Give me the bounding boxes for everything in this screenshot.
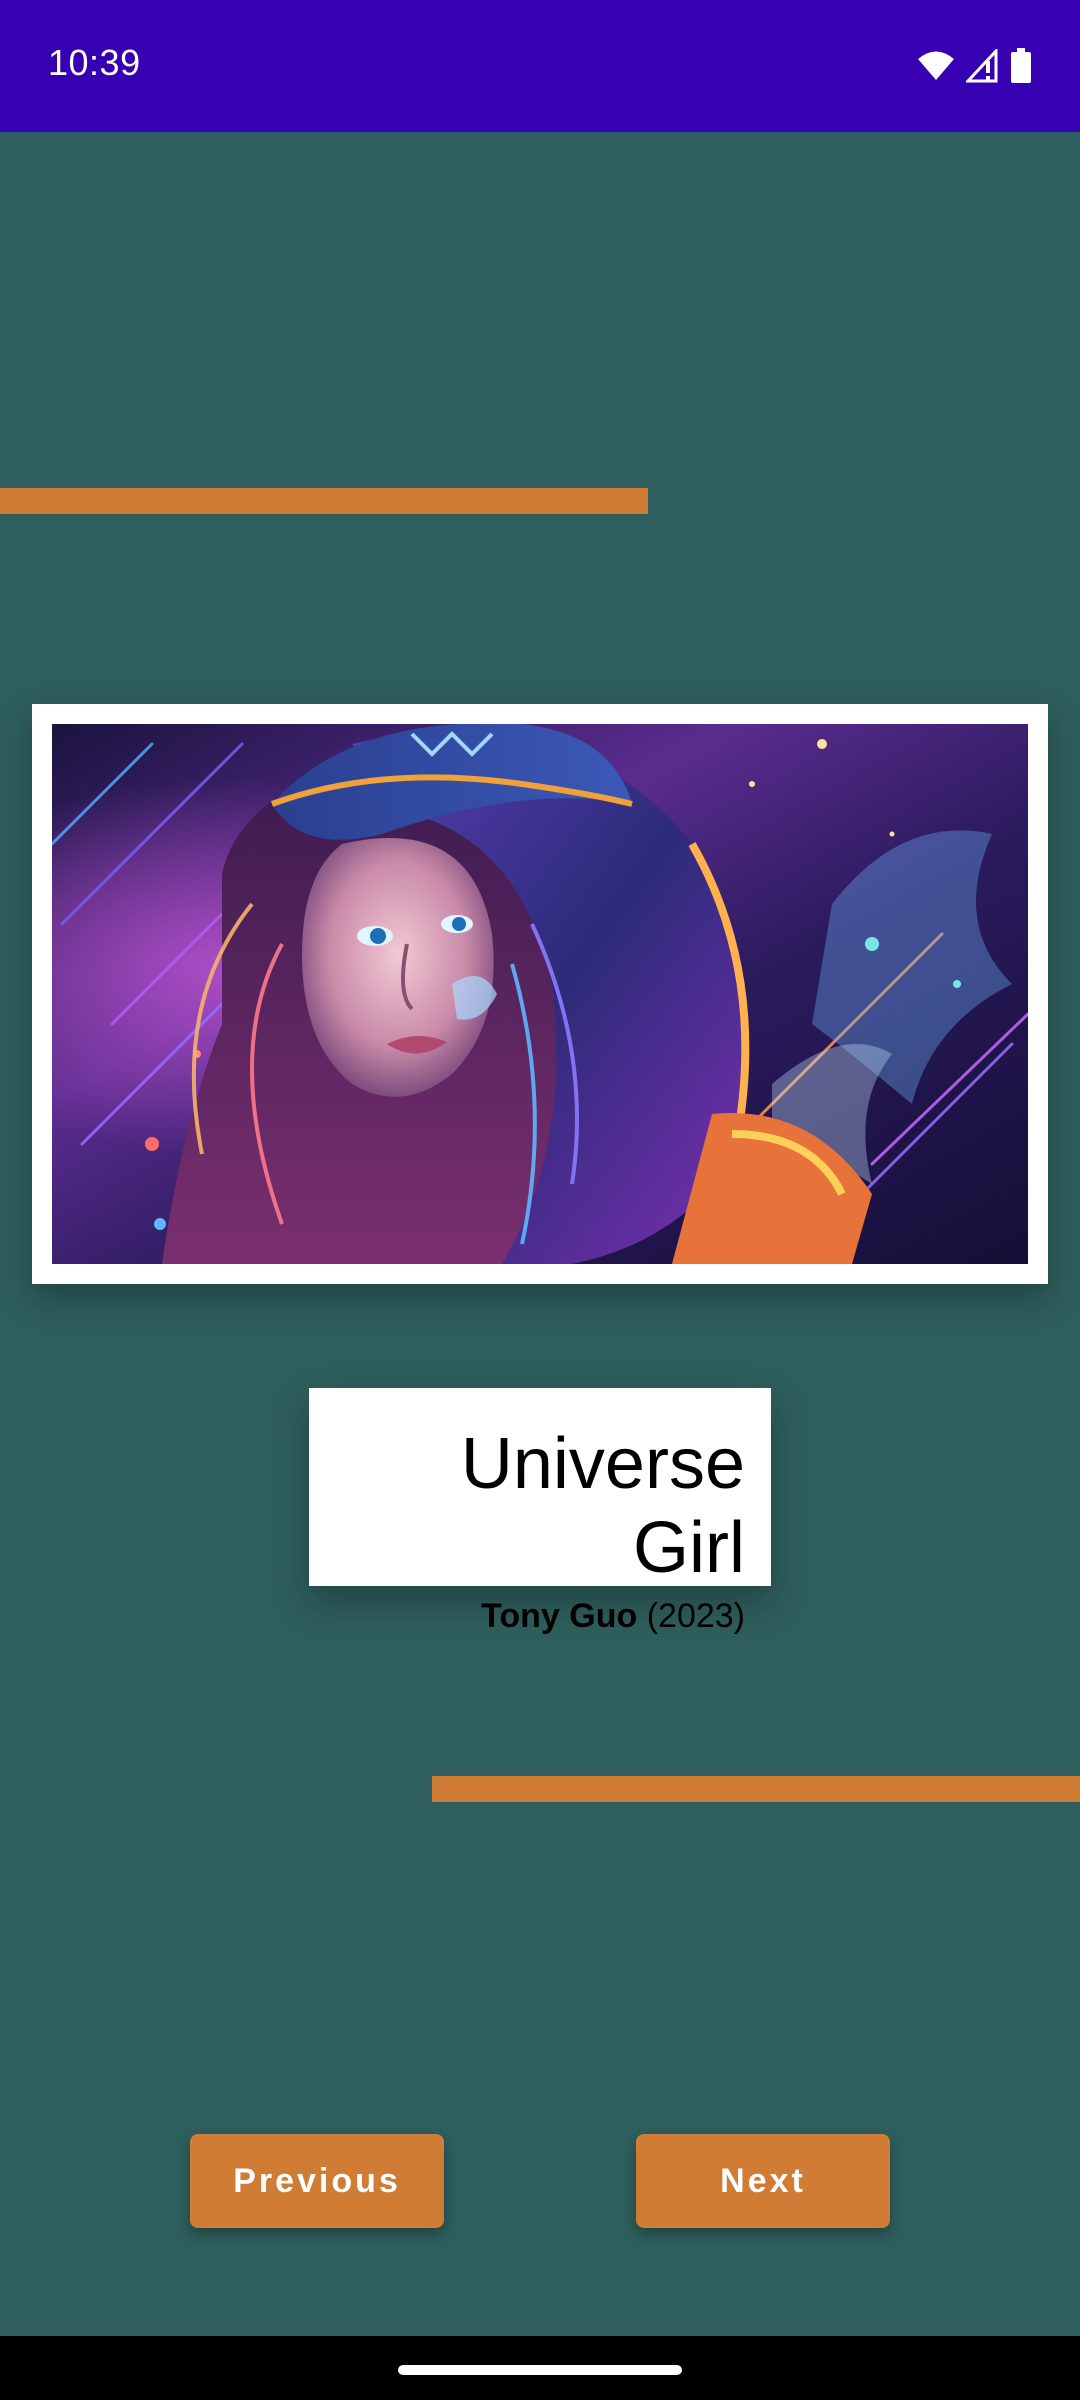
- wifi-icon: [916, 50, 956, 82]
- artwork-caption-card: Universe Girl Tony Guo (2023): [309, 1388, 771, 1635]
- status-icons: [916, 44, 1032, 88]
- artwork-meta: Tony Guo (2023): [335, 1596, 745, 1636]
- previous-button[interactable]: Previous: [190, 2134, 444, 2228]
- cellular-signal-icon: [966, 49, 1000, 83]
- decorative-bar-bottom: [432, 1776, 1080, 1802]
- artwork-image: [52, 724, 1028, 1264]
- status-bar: 10:39: [0, 0, 1080, 132]
- artwork-year: (2023): [646, 1597, 745, 1635]
- status-time: 10:39: [48, 42, 141, 83]
- artwork-frame: [32, 704, 1048, 1284]
- art-space-screen: 10:39 Universe Girl Tony Guo (2023) Prev…: [0, 0, 1080, 2400]
- next-button[interactable]: Next: [636, 2134, 890, 2228]
- artwork-title: Universe Girl: [460, 1424, 745, 1588]
- decorative-bar-top: [0, 488, 648, 514]
- battery-icon: [1010, 48, 1032, 84]
- artwork-artist: Tony Guo: [481, 1597, 638, 1635]
- home-gesture-handle[interactable]: [398, 2365, 682, 2375]
